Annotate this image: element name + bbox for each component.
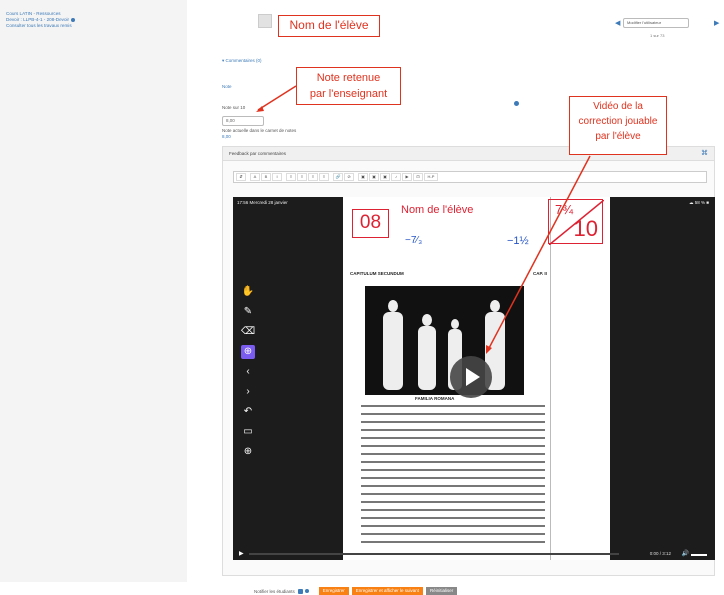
gradebook-note: Note actuelle dans le carnet de notes (222, 128, 297, 133)
next-user-arrow-icon[interactable]: ▶ (714, 19, 719, 27)
score-box: 08 (352, 209, 389, 238)
notify-checkbox[interactable] (297, 588, 303, 594)
comments-toggle[interactable]: ▾ Commentaires (0) (222, 58, 262, 64)
user-filter-count[interactable]: 1 sur 73 (650, 33, 664, 38)
screen-button[interactable]: ⊡ (413, 173, 423, 181)
reset-button[interactable]: Réinitialiser (426, 587, 458, 595)
video-status-right: ☁ 58 % ■ (689, 200, 709, 205)
volume-slider[interactable] (691, 554, 707, 556)
video-controls: ▶ 0:00 / 3:12 🔊 (233, 548, 715, 560)
worksheet-side-column (550, 197, 610, 560)
notify-help-icon[interactable] (304, 589, 309, 593)
play-icon[interactable]: ▶ (239, 550, 244, 557)
roman-family-illustration (365, 286, 524, 395)
collapse-icon[interactable]: ⌘ (701, 149, 708, 157)
chapter-number: CAP. II (533, 271, 547, 276)
editor-toolbar: ⇵ A B I ≡ ≡ ≡ ≡ 🔗 ⊘ ▣ ▣ ▣ ♪ ▶ ⊡ H-P (233, 171, 707, 183)
breadcrumb: Cours LATIN - Ressources Devoir : LLPB-4… (6, 11, 76, 29)
list-button[interactable]: ≡ (286, 173, 296, 181)
video-button[interactable]: ▶ (402, 173, 412, 181)
pen-icon[interactable]: ✎ (241, 305, 255, 319)
user-selector[interactable]: Modifier l'utilisateur (623, 18, 689, 28)
latin-text (361, 405, 545, 549)
zoom-icon[interactable]: ⊕ (241, 445, 255, 459)
avatar (258, 14, 272, 28)
font-button[interactable]: A (250, 173, 260, 181)
info-icon (71, 17, 76, 22)
rectangle-icon[interactable]: ▭ (241, 425, 255, 439)
outdent-button[interactable]: ≡ (319, 173, 329, 181)
chapter-title: CAPITULUM SECUNDUM (350, 271, 404, 276)
arrow-left-icon[interactable]: ‹ (241, 365, 255, 379)
grade-input[interactable]: 8,00 (222, 116, 264, 126)
annotation-toolbar: ✋ ✎ ⌫ ⊕ ‹ › ↶ ▭ ⊕ (241, 285, 257, 465)
bold-button[interactable]: B (261, 173, 271, 181)
save-button[interactable]: Enregistrer (318, 587, 349, 595)
handwritten-fraction-right: −1½ (507, 235, 529, 247)
left-panel (0, 0, 187, 582)
score-total-bottom: 10 (573, 216, 598, 241)
file-button[interactable]: ▣ (380, 173, 390, 181)
previous-user-arrow-icon[interactable]: ◀ (615, 19, 620, 27)
gradebook-value: 8,00 (222, 134, 231, 139)
video-callout: Vidéo de la correction jouable par l'élè… (569, 96, 667, 155)
grade-section-title: Note (222, 84, 232, 89)
form-actions: Notifier les étudiants Enregistrer Enreg… (254, 587, 460, 595)
video-status-left: 17:56 Mercredi 28 janvier (237, 200, 288, 205)
hand-icon[interactable]: ✋ (241, 285, 255, 299)
italic-button[interactable]: I (272, 173, 282, 181)
figures-image-icon (383, 300, 505, 390)
list-button[interactable]: ≡ (297, 173, 307, 181)
undo-icon[interactable]: ↶ (241, 405, 255, 419)
toolbar-toggle-button[interactable]: ⇵ (236, 173, 246, 181)
save-and-next-button[interactable]: Enregistrer et afficher le suivant (351, 587, 423, 595)
indent-button[interactable]: ≡ (308, 173, 318, 181)
score-total-top: 7¾ (555, 202, 574, 217)
correction-video[interactable]: 17:56 Mercredi 28 janvier ☁ 58 % ■ ✋ ✎ ⌫… (233, 197, 715, 560)
eraser-icon[interactable]: ⌫ (241, 325, 255, 339)
play-button[interactable] (450, 356, 492, 398)
student-name-callout: Nom de l'élève (278, 15, 380, 37)
h5p-button[interactable]: H-P (424, 173, 438, 181)
view-all-submissions-link[interactable]: Consulter tous les travaux remis (6, 23, 75, 29)
grade-callout: Note retenue par l'enseignant (296, 67, 401, 105)
video-time: 0:00 / 3:12 (649, 551, 671, 556)
image-button[interactable]: ▣ (358, 173, 368, 181)
notify-label: Notifier les étudiants (254, 588, 295, 594)
video-student-name: Nom de l'élève (401, 204, 474, 216)
grade-label: Note sur 10 (222, 105, 246, 110)
crosshair-icon[interactable]: ⊕ (241, 345, 255, 359)
volume-icon[interactable]: 🔊 (682, 550, 689, 557)
video-progress[interactable] (249, 553, 619, 555)
unlink-button[interactable]: ⊘ (344, 173, 354, 181)
media-button[interactable]: ▣ (369, 173, 379, 181)
arrow-right-icon[interactable]: › (241, 385, 255, 399)
total-score-box: 7¾ 10 (548, 199, 604, 245)
audio-button[interactable]: ♪ (391, 173, 401, 181)
feedback-title: Feedback par commentaires (229, 151, 287, 156)
help-icon[interactable] (514, 101, 519, 106)
link-button[interactable]: 🔗 (333, 173, 343, 181)
handwritten-fraction-left: −7⁄₃ (405, 235, 423, 246)
figure-caption: FAMILIA ROMANA (415, 396, 455, 401)
